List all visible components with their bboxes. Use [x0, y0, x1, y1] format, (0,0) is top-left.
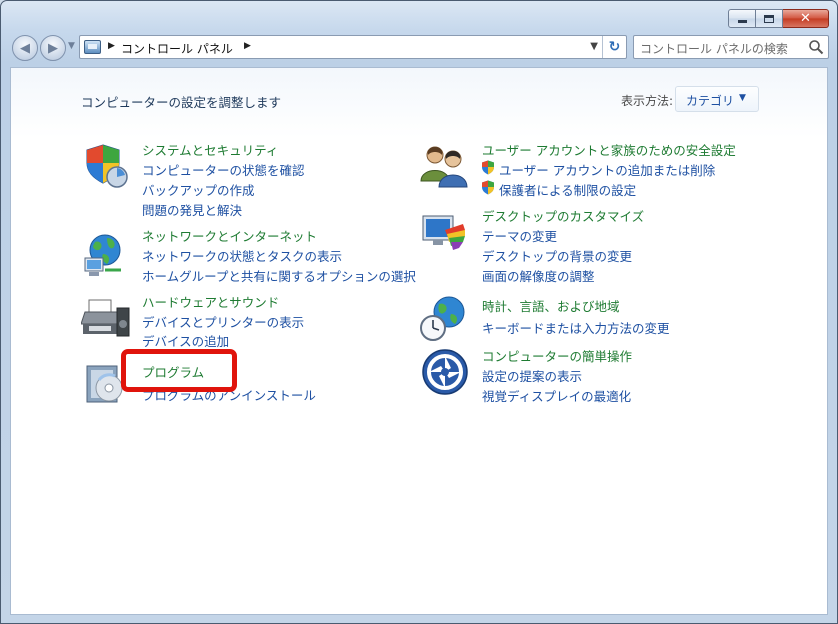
arrow-right-icon: ▶: [48, 40, 58, 56]
content-pane: コンピューターの設定を調整します 表示方法: カテゴリ ▼ システムとセキュリテ…: [10, 67, 828, 615]
link-check-computer-status[interactable]: コンピューターの状態を確認: [142, 160, 305, 179]
search-input[interactable]: コントロール パネルの検索: [633, 35, 829, 59]
recent-pages-button[interactable]: ▼: [68, 41, 75, 51]
link-change-keyboard-input[interactable]: キーボードまたは入力方法の変更: [482, 318, 670, 337]
link-change-desktop-background[interactable]: デスクトップの背景の変更: [482, 246, 632, 265]
category-hardware-sound[interactable]: ハードウェアとサウンド: [142, 292, 279, 311]
uac-shield-icon: [482, 180, 494, 195]
maximize-button[interactable]: [756, 9, 783, 28]
category-ease-of-access[interactable]: コンピューターの簡単操作: [482, 346, 632, 365]
close-button[interactable]: ✕: [783, 9, 829, 28]
control-panel-icon: [84, 40, 101, 54]
link-optimize-visual-display[interactable]: 視覚ディスプレイの最適化: [482, 386, 631, 405]
link-devices-printers[interactable]: デバイスとプリンターの表示: [142, 312, 304, 331]
category-system-security[interactable]: システムとセキュリティ: [142, 140, 278, 159]
breadcrumb-control-panel[interactable]: コントロール パネル: [121, 40, 233, 57]
ease-of-access-icon[interactable]: [421, 348, 471, 398]
uac-shield-icon: [482, 160, 494, 175]
chevron-down-icon: ▼: [68, 41, 75, 51]
category-network-internet[interactable]: ネットワークとインターネット: [142, 226, 317, 245]
address-bar[interactable]: ▶ コントロール パネル ▶ ▼ ↻: [79, 35, 627, 59]
highlight-annotation: [121, 349, 237, 392]
window-controls: ✕: [728, 9, 829, 28]
link-homegroup-sharing[interactable]: ホームグループと共有に関するオプションの選択: [142, 266, 416, 285]
refresh-button[interactable]: ↻: [602, 36, 626, 58]
appearance-icon[interactable]: [419, 210, 469, 260]
link-add-device[interactable]: デバイスの追加: [142, 331, 229, 350]
view-by-label: 表示方法:: [621, 94, 674, 108]
link-network-status-tasks[interactable]: ネットワークの状態とタスクの表示: [142, 246, 342, 265]
hardware-sound-icon[interactable]: [81, 294, 131, 344]
address-dropdown-icon[interactable]: ▼: [590, 41, 598, 52]
search-placeholder: コントロール パネルの検索: [640, 42, 788, 56]
link-parental-controls[interactable]: 保護者による制限の設定: [499, 180, 636, 199]
link-change-theme[interactable]: テーマの変更: [482, 226, 557, 245]
minimize-button[interactable]: [728, 9, 756, 28]
link-add-remove-user-accounts[interactable]: ユーザー アカウントの追加または削除: [499, 160, 715, 179]
arrow-left-icon: ◀: [20, 40, 30, 56]
chevron-down-icon: ▼: [739, 93, 746, 103]
category-clock-region[interactable]: 時計、言語、および地域: [482, 296, 620, 315]
link-create-backup[interactable]: バックアップの作成: [142, 180, 255, 199]
link-adjust-screen-resolution[interactable]: 画面の解像度の調整: [482, 266, 595, 285]
maximize-icon: [764, 14, 774, 23]
link-suggested-settings[interactable]: 設定の提案の表示: [482, 366, 582, 385]
category-appearance[interactable]: デスクトップのカスタマイズ: [482, 206, 644, 225]
page-title: コンピューターの設定を調整します: [81, 95, 282, 110]
close-icon: ✕: [800, 11, 811, 26]
breadcrumb-arrow-icon[interactable]: ▶: [244, 41, 251, 51]
user-accounts-icon[interactable]: [419, 141, 469, 191]
system-security-icon[interactable]: [81, 141, 131, 191]
view-by-dropdown[interactable]: カテゴリ ▼: [675, 86, 759, 112]
refresh-icon: ↻: [608, 39, 621, 55]
control-panel-window: ✕ ◀ ▶ ▼ ▶ コントロール パネル ▶ ▼ ↻ コントロール パネルの検索…: [0, 0, 838, 624]
forward-button[interactable]: ▶: [40, 35, 66, 61]
breadcrumb-arrow-icon[interactable]: ▶: [108, 41, 115, 51]
link-find-fix-problems[interactable]: 問題の発見と解決: [142, 200, 242, 219]
view-by-value: カテゴリ: [686, 94, 735, 108]
network-internet-icon[interactable]: [81, 230, 131, 280]
clock-region-icon[interactable]: [419, 294, 469, 344]
search-icon: [809, 40, 824, 55]
minimize-icon: [737, 20, 747, 23]
back-button[interactable]: ◀: [12, 35, 38, 61]
category-user-accounts[interactable]: ユーザー アカウントと家族のための安全設定: [482, 140, 736, 159]
